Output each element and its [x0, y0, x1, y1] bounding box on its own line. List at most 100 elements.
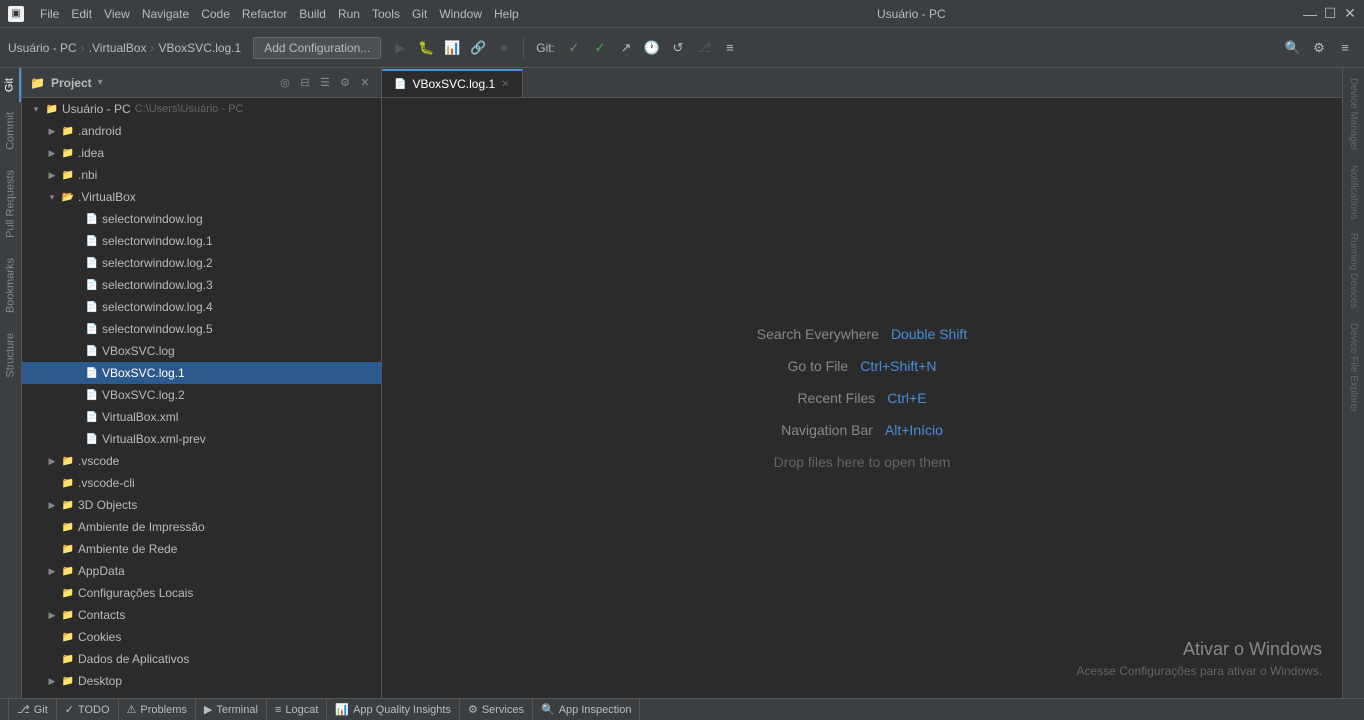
- add-configuration-button[interactable]: Add Configuration...: [253, 37, 381, 59]
- expand-arrow: ▶: [46, 609, 58, 621]
- menu-build[interactable]: Build: [299, 7, 326, 21]
- statusbar-git[interactable]: ⎇ Git: [8, 699, 57, 720]
- menu-file[interactable]: File: [40, 7, 59, 21]
- statusbar-app-inspection[interactable]: 🔍 App Inspection: [533, 699, 640, 720]
- editor-tabs: 📄 VBoxSVC.log.1 ✕: [382, 68, 1342, 98]
- list-item[interactable]: 📄 VBoxSVC.log.2: [22, 384, 381, 406]
- folder-icon: 📁: [61, 564, 75, 578]
- profile-button[interactable]: 📊: [441, 37, 463, 59]
- folder-icon: 📂: [61, 190, 75, 204]
- statusbar-problems-label: Problems: [140, 704, 186, 716]
- settings-icon[interactable]: ⚙: [1308, 37, 1330, 59]
- menu-code[interactable]: Code: [201, 7, 230, 21]
- sidebar-tab-git[interactable]: Git: [0, 68, 21, 102]
- git-action2[interactable]: ⎇: [693, 37, 715, 59]
- list-item[interactable]: ▶ 📁 3D Objects: [22, 494, 381, 516]
- breadcrumb-project: Usuário - PC: [8, 41, 77, 55]
- list-item[interactable]: 📄 selectorwindow.log: [22, 208, 381, 230]
- folder-icon: 📁: [61, 520, 75, 534]
- expand-arrow: ▶: [46, 125, 58, 137]
- git-check1-icon[interactable]: ✓: [563, 37, 585, 59]
- menu-edit[interactable]: Edit: [71, 7, 92, 21]
- statusbar-services[interactable]: ⚙ Services: [460, 699, 533, 720]
- menu-window[interactable]: Window: [439, 7, 482, 21]
- git-history-icon[interactable]: 🕐: [641, 37, 663, 59]
- list-item[interactable]: 📄 selectorwindow.log.4: [22, 296, 381, 318]
- list-item[interactable]: 📄 VBoxSVC.log: [22, 340, 381, 362]
- tree-collapse-icon[interactable]: ⊟: [297, 75, 313, 91]
- list-item[interactable]: 📄 VirtualBox.xml: [22, 406, 381, 428]
- maximize-button[interactable]: ☐: [1324, 8, 1336, 20]
- sidebar-notifications[interactable]: Notifications: [1346, 159, 1361, 225]
- list-item[interactable]: 📁 Ambiente de Impressão: [22, 516, 381, 538]
- sidebar-device-manager[interactable]: Device Manager: [1346, 72, 1361, 157]
- expand-arrow: ▶: [46, 675, 58, 687]
- list-item[interactable]: ▶ 📁 Contacts: [22, 604, 381, 626]
- git-check2-icon[interactable]: ✓: [589, 37, 611, 59]
- attach-button[interactable]: 🔗: [467, 37, 489, 59]
- tree-root[interactable]: ▾ 📁 Usuário - PC C:\Users\Usuário - PC: [22, 98, 381, 120]
- menu-view[interactable]: View: [104, 7, 130, 21]
- sidebar-device-file-explorer[interactable]: Device File Explorer: [1346, 317, 1361, 418]
- tab-close-button[interactable]: ✕: [501, 79, 509, 90]
- run-button[interactable]: ▶: [389, 37, 411, 59]
- list-item[interactable]: 📁 Configurações Locais: [22, 582, 381, 604]
- debug-button[interactable]: 🐛: [415, 37, 437, 59]
- expand-arrow: ▶: [46, 455, 58, 467]
- list-item[interactable]: 📄 selectorwindow.log.5: [22, 318, 381, 340]
- tree-item-label: Desktop: [78, 674, 122, 688]
- watermark-subtitle: Acesse Configurações para ativar o Windo…: [1077, 664, 1322, 678]
- menu-tools[interactable]: Tools: [372, 7, 400, 21]
- statusbar-app-quality[interactable]: 📊 App Quality Insights: [327, 699, 460, 720]
- stop-button[interactable]: ⏹: [493, 37, 515, 59]
- list-item[interactable]: ▶ 📁 .idea: [22, 142, 381, 164]
- folder-icon: 📁: [61, 168, 75, 182]
- search-everywhere-icon[interactable]: 🔍: [1282, 37, 1304, 59]
- list-item[interactable]: 📁 Dados de Aplicativos: [22, 648, 381, 670]
- sidebar-tab-pull-requests[interactable]: Pull Requests: [0, 160, 21, 248]
- list-item[interactable]: ▶ 📁 .nbi: [22, 164, 381, 186]
- sidebar-running-devices[interactable]: Running Devices: [1346, 227, 1361, 315]
- sidebar-tab-bookmarks[interactable]: Bookmarks: [0, 248, 21, 323]
- sidebar-tab-commit[interactable]: Commit: [0, 102, 21, 160]
- list-item[interactable]: 📄 selectorwindow.log.2: [22, 252, 381, 274]
- list-item[interactable]: 📄 selectorwindow.log.3: [22, 274, 381, 296]
- list-item[interactable]: ▶ 📁 AppData: [22, 560, 381, 582]
- tree-item-label: VirtualBox.xml-prev: [102, 432, 206, 446]
- list-item[interactable]: 📁 .vscode-cli: [22, 472, 381, 494]
- statusbar-logcat[interactable]: ≡ Logcat: [267, 699, 327, 720]
- list-item[interactable]: ▶ 📁 Desktop: [22, 670, 381, 692]
- sidebar-tab-structure[interactable]: Structure: [0, 323, 21, 388]
- list-item[interactable]: 📄 VBoxSVC.log.1: [22, 362, 381, 384]
- tree-close-icon[interactable]: ✕: [357, 75, 373, 91]
- minimize-button[interactable]: —: [1304, 8, 1316, 20]
- git-action3[interactable]: ≡: [719, 37, 741, 59]
- list-item[interactable]: 📁 Ambiente de Rede: [22, 538, 381, 560]
- tree-expand-icon[interactable]: ☰: [317, 75, 333, 91]
- tree-settings-icon[interactable]: ⚙: [337, 75, 353, 91]
- menu-git[interactable]: Git: [412, 7, 427, 21]
- statusbar-problems[interactable]: ⚠ Problems: [119, 699, 196, 720]
- more-options-icon[interactable]: ≡: [1334, 37, 1356, 59]
- menu-run[interactable]: Run: [338, 7, 360, 21]
- close-button[interactable]: ✕: [1344, 8, 1356, 20]
- menu-refactor[interactable]: Refactor: [242, 7, 287, 21]
- tree-body[interactable]: ▾ 📁 Usuário - PC C:\Users\Usuário - PC ▶…: [22, 98, 381, 698]
- list-item[interactable]: 📄 VirtualBox.xml-prev: [22, 428, 381, 450]
- menu-navigate[interactable]: Navigate: [142, 7, 189, 21]
- list-item[interactable]: ▶ 📁 .vscode: [22, 450, 381, 472]
- statusbar-terminal[interactable]: ▶ Terminal: [196, 699, 267, 720]
- editor-tab-active[interactable]: 📄 VBoxSVC.log.1 ✕: [382, 69, 523, 97]
- git-push-icon[interactable]: ↗: [615, 37, 637, 59]
- list-item[interactable]: 📄 selectorwindow.log.1: [22, 230, 381, 252]
- tree-root-path: C:\Users\Usuário - PC: [135, 103, 244, 115]
- expand-arrow: ▾: [46, 191, 58, 203]
- statusbar-todo[interactable]: ✓ TODO: [57, 699, 119, 720]
- list-item[interactable]: ▶ 📁 .android: [22, 120, 381, 142]
- tree-panel-title: Project: [51, 76, 92, 90]
- git-revert-icon[interactable]: ↺: [667, 37, 689, 59]
- tree-locate-icon[interactable]: ◎: [277, 75, 293, 91]
- list-item[interactable]: ▾ 📂 .VirtualBox: [22, 186, 381, 208]
- menu-help[interactable]: Help: [494, 7, 519, 21]
- list-item[interactable]: 📁 Cookies: [22, 626, 381, 648]
